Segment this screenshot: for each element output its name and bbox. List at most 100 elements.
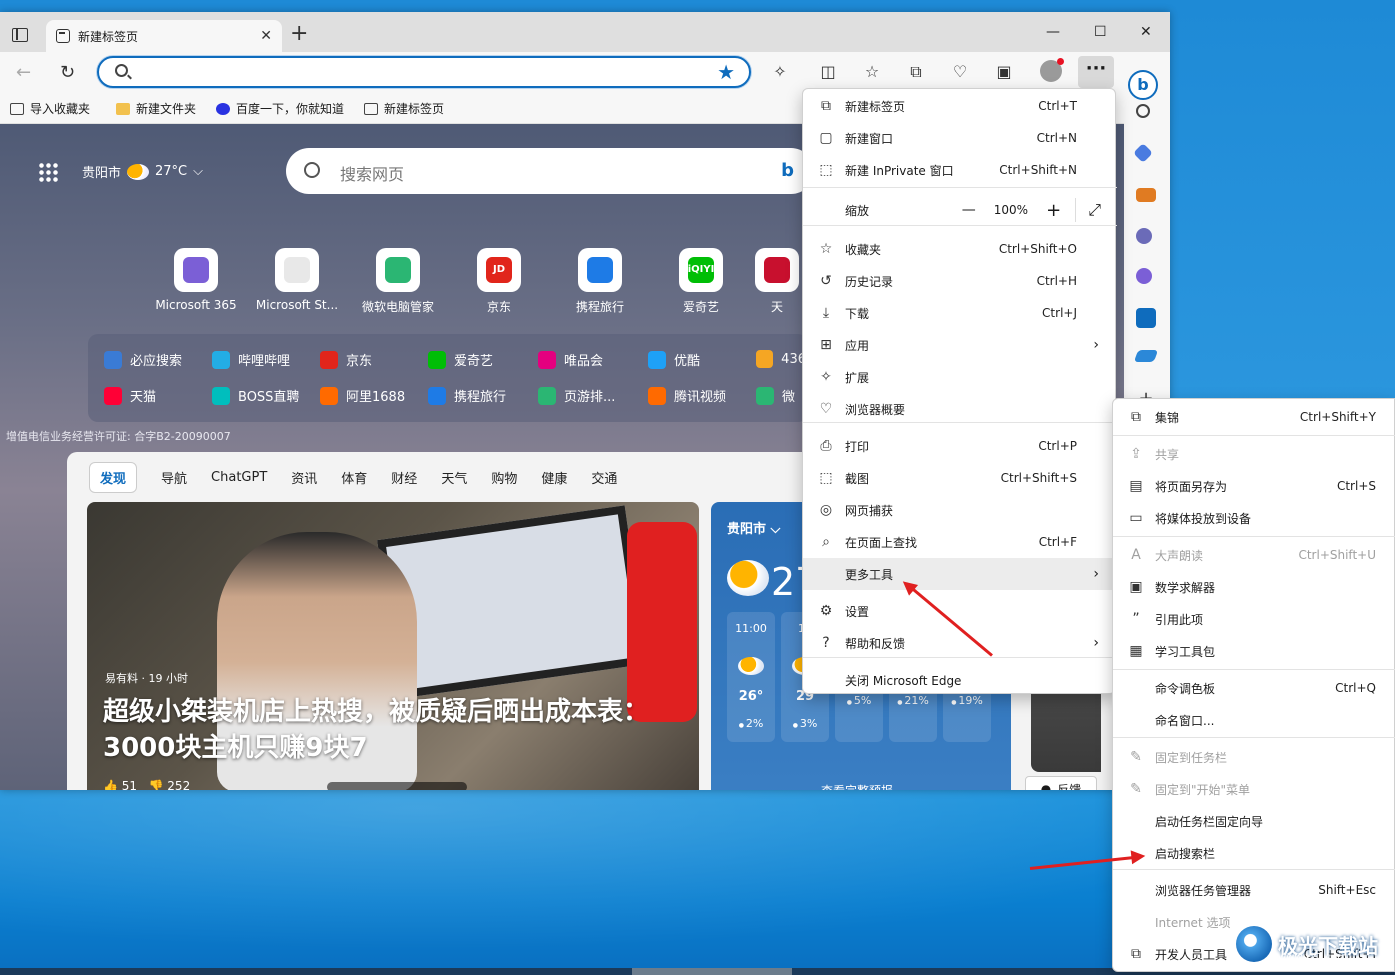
fav-import[interactable]: 导入收藏夹	[10, 100, 90, 117]
full-forecast-link[interactable]: 查看完整预报	[821, 782, 893, 790]
quick-link[interactable]: 阿里1688	[320, 386, 405, 405]
menu-item[interactable]: ✧ 扩展	[803, 361, 1115, 393]
taskbar-item[interactable]	[632, 968, 792, 975]
split-screen-icon[interactable]: ◫	[818, 62, 838, 81]
menu-item[interactable]: 关闭 Microsoft Edge	[803, 664, 1115, 696]
menu-item[interactable]: 缩放 — 100% + ⤢	[803, 194, 1115, 226]
submenu-item[interactable]: A 大声朗读 Ctrl+Shift+U	[1113, 539, 1394, 571]
menu-item[interactable]: ♡ 浏览器概要	[803, 393, 1115, 425]
collections-icon[interactable]: ⧉	[906, 62, 926, 82]
submenu-item[interactable]: ⇪ 共享	[1113, 438, 1394, 470]
quick-link[interactable]: 天猫	[104, 386, 156, 405]
menu-item[interactable]: ⊞ 应用 ›	[803, 329, 1115, 361]
quick-link[interactable]: 京东	[320, 350, 372, 369]
submenu-item[interactable]: ▭ 将媒体投放到设备	[1113, 502, 1394, 534]
menu-item[interactable]: ◎ 网页捕获	[803, 494, 1115, 526]
quick-link[interactable]: 携程旅行	[428, 386, 506, 405]
quick-link[interactable]: 必应搜索	[104, 350, 182, 369]
zoom-in-button[interactable]: +	[1046, 200, 1061, 221]
news-card[interactable]: 易有料 · 19 小时 超级小桀装机店上热搜，被质疑后晒出成本表：3000块主机…	[87, 502, 699, 790]
menu-item[interactable]: ⧉ 新建标签页 Ctrl+T	[803, 90, 1115, 122]
top-site-tile[interactable]: 微软电脑管家	[348, 248, 448, 315]
dislike-icon[interactable]: 👎	[149, 779, 164, 790]
back-icon[interactable]: ←	[16, 62, 31, 83]
fav-newtab[interactable]: 新建标签页	[364, 100, 444, 117]
menu-item[interactable]: ⚙ 设置	[803, 595, 1115, 627]
submenu-item[interactable]: ▦ 学习工具包	[1113, 635, 1394, 667]
maximize-icon[interactable]: ☐	[1094, 24, 1107, 40]
submenu-item[interactable]: 浏览器任务管理器 Shift+Esc	[1113, 874, 1394, 906]
feed-tab[interactable]: 体育	[341, 468, 367, 487]
sidebar-search-icon[interactable]	[1136, 104, 1150, 118]
fullscreen-icon[interactable]: ⤢	[1088, 200, 1101, 220]
feed-tab[interactable]: 导航	[161, 468, 187, 487]
submenu-item[interactable]: ▣ 数学求解器	[1113, 571, 1394, 603]
favorites-icon[interactable]: ☆	[862, 62, 882, 81]
feed-tab[interactable]: 资讯	[291, 468, 317, 487]
quick-link[interactable]: BOSS直聘	[212, 386, 299, 405]
feed-tab[interactable]: 交通	[591, 468, 617, 487]
address-bar[interactable]: ★	[97, 56, 751, 88]
top-site-tile[interactable]: JD 京东	[449, 248, 549, 315]
feed-tab[interactable]: ChatGPT	[211, 470, 267, 485]
submenu-item[interactable]: ” 引用此项	[1113, 603, 1394, 635]
top-site-tile[interactable]: Microsoft St...	[247, 248, 347, 312]
browser-essentials-icon[interactable]: ♡	[950, 62, 970, 81]
menu-item[interactable]: ⌕ 在页面上查找 Ctrl+F	[803, 526, 1115, 558]
fav-folder[interactable]: 新建文件夹	[116, 100, 196, 117]
feedback-button[interactable]: ● 反馈	[1025, 776, 1097, 790]
bing-icon[interactable]: b	[781, 160, 794, 181]
submenu-item[interactable]: 命名窗口...	[1113, 704, 1394, 736]
fav-baidu[interactable]: 百度一下，你就知道	[216, 100, 344, 117]
top-site-tile[interactable]: 携程旅行	[550, 248, 650, 315]
web-search-box[interactable]: 搜索网页 b	[286, 148, 814, 194]
menu-item[interactable]: ⬚ 新建 InPrivate 窗口 Ctrl+Shift+N	[803, 154, 1115, 186]
sidebar-send-icon[interactable]	[1133, 350, 1159, 362]
news-headline[interactable]: 超级小桀装机店上热搜，被质疑后晒出成本表：3000块主机只赚9块7	[103, 694, 663, 766]
tab-actions-icon[interactable]	[12, 28, 28, 42]
feed-tab[interactable]: 财经	[391, 468, 417, 487]
submenu-item[interactable]: 启动任务栏固定向导	[1113, 805, 1394, 837]
carousel-dots[interactable]	[327, 782, 467, 790]
menu-item[interactable]: ⎙ 打印 Ctrl+P	[803, 430, 1115, 462]
quick-link[interactable]: 优酷	[648, 350, 700, 369]
app-launcher-icon[interactable]	[38, 162, 60, 184]
bing-copilot-icon[interactable]: b	[1128, 70, 1158, 100]
menu-item[interactable]: ☆ 收藏夹 Ctrl+Shift+O	[803, 233, 1115, 265]
quick-link[interactable]: 爱奇艺	[428, 350, 493, 369]
sidebar-tools-icon[interactable]	[1136, 188, 1156, 202]
menu-item[interactable]: ▢ 新建窗口 Ctrl+N	[803, 122, 1115, 154]
top-site-tile[interactable]: 天	[752, 248, 802, 315]
sidebar-shopping-icon[interactable]	[1133, 143, 1153, 163]
menu-item[interactable]: ⬚ 截图 Ctrl+Shift+S	[803, 462, 1115, 494]
close-tab-icon[interactable]: ✕	[260, 28, 272, 44]
profile-avatar[interactable]	[1040, 58, 1064, 82]
favorite-star-icon[interactable]: ★	[717, 60, 735, 84]
new-tab-button[interactable]: +	[290, 23, 308, 45]
extensions-icon[interactable]: ✧	[770, 62, 790, 81]
menu-item[interactable]: ? 帮助和反馈 ›	[803, 627, 1115, 659]
zoom-out-button[interactable]: —	[962, 202, 976, 218]
quick-link[interactable]: 436	[756, 350, 806, 368]
close-window-icon[interactable]: ✕	[1140, 24, 1152, 40]
submenu-item[interactable]: 命令调色板 Ctrl+Q	[1113, 672, 1394, 704]
submenu-item[interactable]: 启动搜索栏	[1113, 837, 1394, 869]
quick-link[interactable]: 微	[756, 386, 806, 405]
feed-tab[interactable]: 购物	[491, 468, 517, 487]
quick-link[interactable]: 哔哩哔哩	[212, 350, 290, 369]
quick-link[interactable]: 页游排...	[538, 386, 615, 405]
reading-view-icon[interactable]: ▣	[994, 62, 1014, 81]
submenu-item[interactable]: ✎ 固定到"开始"菜单	[1113, 773, 1394, 805]
menu-item[interactable]: ↺ 历史记录 Ctrl+H	[803, 265, 1115, 297]
menu-item[interactable]: ⤓ 下载 Ctrl+J	[803, 297, 1115, 329]
refresh-icon[interactable]: ↻	[60, 62, 75, 83]
feed-tab[interactable]: 发现	[89, 462, 138, 493]
sidebar-m365-icon[interactable]	[1136, 268, 1152, 284]
top-site-tile[interactable]: Microsoft 365	[146, 248, 246, 312]
like-icon[interactable]: 👍	[103, 779, 118, 790]
feed-tab[interactable]: 天气	[441, 468, 467, 487]
sidebar-outlook-icon[interactable]	[1136, 308, 1156, 328]
tab-new-tab[interactable]: 新建标签页 ✕	[46, 20, 282, 52]
settings-and-more-button[interactable]: ···	[1078, 56, 1114, 88]
submenu-item[interactable]: ▤ 将页面另存为 Ctrl+S	[1113, 470, 1394, 502]
